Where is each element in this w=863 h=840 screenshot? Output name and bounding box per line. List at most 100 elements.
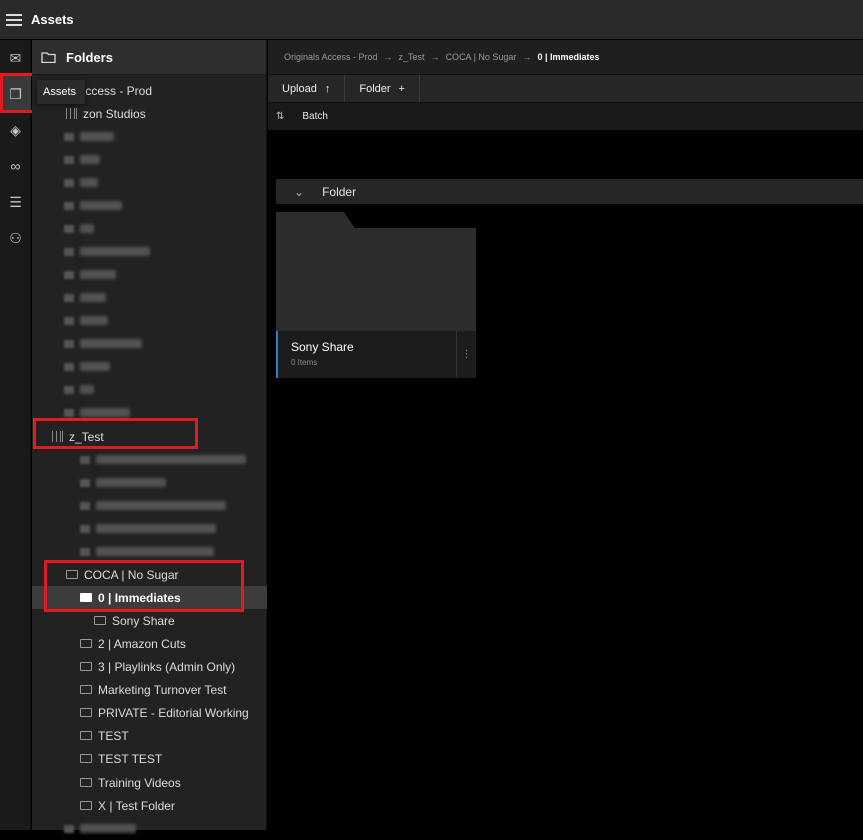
review-icon: ☰: [9, 193, 22, 210]
rail-button-layers[interactable]: ◈: [0, 112, 31, 148]
folder-icon: [64, 132, 74, 141]
tree-item-label: Training Videos: [98, 775, 181, 790]
folder-card[interactable]: Sony Share 0 Items ⋮: [276, 212, 476, 378]
more-options-icon[interactable]: ⋮: [456, 331, 476, 378]
rail-button-users[interactable]: ⚇: [0, 220, 31, 256]
folder-icon: [64, 408, 74, 417]
folder-icon: [94, 616, 106, 625]
tree-item[interactable]: X | Test Folder: [32, 794, 267, 817]
batch-button[interactable]: Batch: [302, 111, 328, 122]
folder-icon: [64, 316, 74, 325]
tree-item-redacted[interactable]: [32, 448, 267, 471]
folder-icon: [80, 524, 90, 533]
tree-item-redacted[interactable]: [32, 817, 267, 840]
tree-item-label: COCA | No Sugar: [84, 567, 179, 582]
breadcrumb-item: 0 | Immediates: [537, 52, 600, 62]
breadcrumb: Originals Access - Prod → z_Test → COCA | No…: [268, 40, 863, 75]
folder-card-count: 0 Items: [291, 358, 318, 367]
tree-item-redacted[interactable]: [32, 471, 267, 494]
redacted-label: [80, 293, 106, 302]
redacted-label: [80, 339, 142, 348]
left-rail: ✉ ❐ ◈ ∞ ☰ ⚇: [0, 40, 31, 830]
redacted-label: [80, 155, 100, 164]
sort-icon[interactable]: ⇅: [276, 111, 284, 122]
link-icon: ∞: [10, 158, 21, 174]
menu-icon[interactable]: [6, 13, 22, 26]
arrow-right-icon: →: [430, 52, 440, 62]
tree-item[interactable]: Sony Share: [32, 609, 267, 632]
folder-icon: [80, 547, 90, 556]
folder-icon: [64, 385, 74, 394]
breadcrumb-item[interactable]: Originals Access - Prod: [284, 52, 378, 62]
redacted-label: [80, 178, 98, 187]
tree-item-redacted[interactable]: [32, 286, 267, 309]
tree-item-redacted[interactable]: [32, 378, 267, 401]
tree-item[interactable]: Training Videos: [32, 771, 267, 794]
redacted-label: [80, 270, 116, 279]
library-icon: [52, 431, 63, 442]
tree-item[interactable]: 3 | Playlinks (Admin Only): [32, 655, 267, 678]
folder-icon: [64, 824, 74, 833]
inbox-icon: ✉: [9, 49, 22, 66]
tree-item[interactable]: zon Studios: [32, 102, 267, 125]
users-icon: ⚇: [9, 229, 22, 246]
rail-button-inbox[interactable]: ✉: [0, 40, 31, 76]
tree-item[interactable]: TEST TEST: [32, 747, 267, 770]
tree-item-redacted[interactable]: [32, 540, 267, 563]
folder-icon: [80, 593, 92, 602]
folder-icon: [80, 685, 92, 694]
rail-button-review[interactable]: ☰: [0, 184, 31, 220]
folders-panel: Folders ls Access - Prod zon Studios z_Tes…: [32, 40, 267, 833]
redacted-label: [80, 132, 114, 141]
arrow-right-icon: →: [383, 52, 393, 62]
tree-item-redacted[interactable]: [32, 194, 267, 217]
top-bar: Assets: [0, 0, 863, 40]
arrow-up-icon: ↑: [324, 82, 331, 95]
tree-item[interactable]: Marketing Turnover Test: [32, 678, 267, 701]
tree-item[interactable]: 0 | Immediates: [32, 586, 267, 609]
breadcrumb-item[interactable]: COCA | No Sugar: [446, 52, 517, 62]
arrow-right-icon: →: [522, 52, 532, 62]
new-folder-button[interactable]: Folder +: [345, 75, 420, 102]
tree-item-redacted[interactable]: [32, 217, 267, 240]
breadcrumb-item[interactable]: z_Test: [399, 52, 425, 62]
tree-item[interactable]: 2 | Amazon Cuts: [32, 632, 267, 655]
folder-group-header[interactable]: ⌄ Folder: [276, 179, 863, 204]
tree-item[interactable]: PRIVATE - Editorial Working: [32, 701, 267, 724]
tree-item[interactable]: TEST: [32, 724, 267, 747]
tree-item-redacted[interactable]: [32, 494, 267, 517]
folder-icon: [64, 224, 74, 233]
rail-button-link[interactable]: ∞: [0, 148, 31, 184]
tree-item-label: X | Test Folder: [98, 798, 175, 813]
tree-item-redacted[interactable]: [32, 148, 267, 171]
tree-item-label: zon Studios: [83, 106, 146, 121]
redacted-label: [96, 478, 166, 487]
tree-item[interactable]: COCA | No Sugar: [32, 563, 267, 586]
tree-item-redacted[interactable]: [32, 171, 267, 194]
tree-item-redacted[interactable]: [32, 355, 267, 378]
tree-item-redacted[interactable]: [32, 263, 267, 286]
tree-item-redacted[interactable]: [32, 332, 267, 355]
tree-item-label: 0 | Immediates: [98, 590, 181, 605]
upload-button[interactable]: Upload ↑: [268, 75, 346, 102]
assets-tooltip: Assets: [37, 80, 85, 104]
redacted-label: [80, 385, 94, 394]
folder-icon: [64, 155, 74, 164]
redacted-label: [80, 201, 122, 210]
redacted-label: [80, 316, 108, 325]
tree-item-redacted[interactable]: [32, 401, 267, 424]
tree-item-redacted[interactable]: [32, 309, 267, 332]
tree-item-label: Marketing Turnover Test: [98, 682, 227, 697]
tree-item-label: TEST TEST: [98, 751, 163, 766]
folder-icon: [64, 293, 74, 302]
redacted-label: [80, 824, 136, 833]
tree-item[interactable]: z_Test: [32, 425, 267, 448]
folder-group-label: Folder: [322, 184, 357, 199]
tree-item-label: PRIVATE - Editorial Working: [98, 705, 249, 720]
tree-item-redacted[interactable]: [32, 125, 267, 148]
tree-item-label: 2 | Amazon Cuts: [98, 636, 186, 651]
tree-item-redacted[interactable]: [32, 240, 267, 263]
chevron-down-icon: ⌄: [294, 184, 305, 199]
redacted-label: [96, 524, 216, 533]
tree-item-redacted[interactable]: [32, 517, 267, 540]
